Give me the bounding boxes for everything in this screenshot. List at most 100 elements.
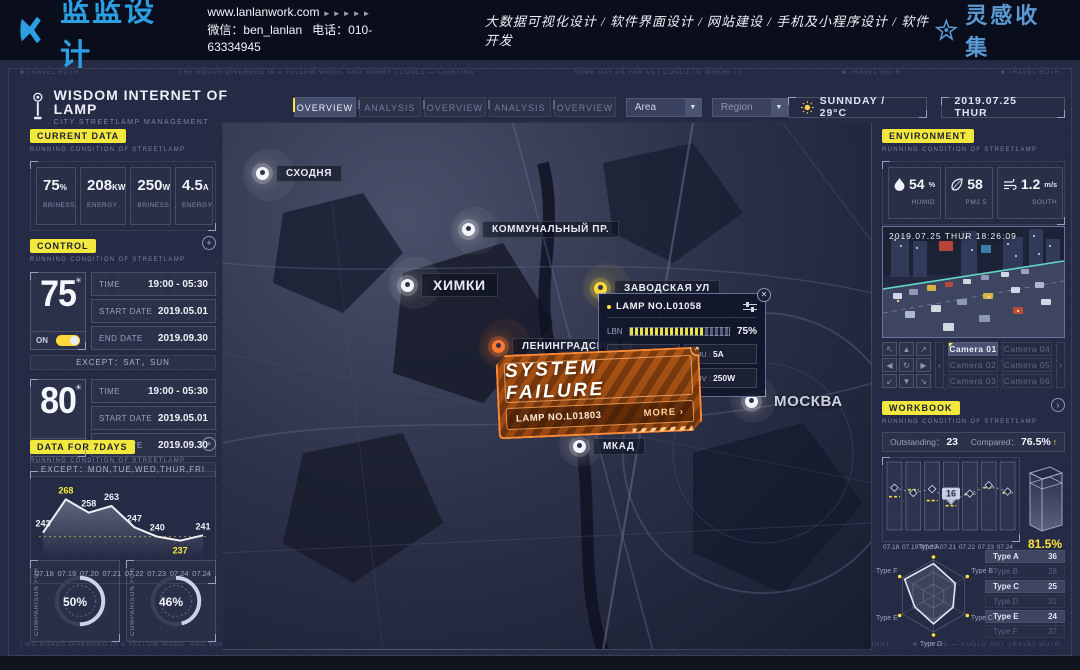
chevron-down-icon: ▼: [685, 99, 701, 116]
camera-button-3[interactable]: Camera 03: [948, 374, 998, 388]
lamp-pin-icon: [462, 223, 475, 236]
lanlan-logo-icon: [18, 12, 52, 48]
camera-controls: ↖ ▲ ↗ ◀ ↻ ▶ ↙ ▼ ↘ ‹ Camera 01 Camera 02 Ca…: [882, 342, 1065, 388]
compared-label: Compared：: [971, 436, 1019, 448]
legend-label: Type E: [993, 612, 1019, 621]
date-box: 2019.07.25 THUR: [941, 97, 1065, 118]
tab-overview-1[interactable]: OVERVIEW: [294, 97, 356, 117]
camera-list-next[interactable]: ›: [1056, 342, 1065, 388]
expand-button[interactable]: ›: [1051, 398, 1065, 412]
pan-down-left-button[interactable]: ↙: [882, 374, 897, 388]
current-data-badge: CURRENT DATA: [30, 129, 126, 143]
legend-row-type-b[interactable]: Type B28: [985, 565, 1065, 578]
camera-list-prev[interactable]: ‹: [935, 342, 944, 388]
deco-text: SOME DAY AS FAR AS I COULD TO WHERE IT: [574, 70, 742, 76]
legend-label: Type D: [993, 597, 1018, 606]
brand-logo[interactable]: 蓝蓝设计: [18, 0, 181, 74]
camera-view[interactable]: 2019.07.25 THUR 18:26:09: [882, 226, 1065, 338]
camera-button-2[interactable]: Camera 02: [948, 358, 998, 372]
region-select[interactable]: Region ▼: [712, 98, 788, 117]
workbook-subtitle: RUNNING CONDITION OF STREETLAMP: [882, 419, 1065, 425]
legend-row-type-a[interactable]: Type A 36: [985, 550, 1065, 563]
map-label: МОСКВА: [765, 391, 852, 412]
legend-label: Type A: [993, 552, 1019, 561]
inspiration-collect[interactable]: 灵感收集: [934, 0, 1060, 62]
dim-level-value: 75: [31, 273, 85, 315]
close-icon[interactable]: ✕: [757, 288, 771, 302]
deco-text: THE ROADS DIVERGED IN A YELLOW WOOD, AND…: [179, 70, 474, 76]
camera-button-6[interactable]: Camera 06: [1002, 374, 1052, 388]
camera-button-5[interactable]: Camera 05: [1002, 358, 1052, 372]
droplet-icon: [894, 178, 905, 191]
panel-camera: 2019.07.25 THUR 18:26:09: [882, 226, 1065, 388]
lamp-pin-icon: [256, 167, 269, 180]
workbook-stats: Outstanding： 23 Compared： 76.5% ↑: [882, 432, 1065, 452]
tab-analysis-1[interactable]: ANALYSIS: [359, 97, 421, 117]
legend-row-type-f[interactable]: Type F37: [985, 625, 1065, 638]
map-label: МКАД: [593, 438, 645, 455]
lamp-pin-icon: [573, 440, 586, 453]
pan-down-button[interactable]: ▼: [899, 374, 914, 388]
brightness-bar-row: LBN 75%: [607, 326, 757, 337]
legend-row-type-c[interactable]: Type C25: [985, 580, 1065, 593]
map-pin-khimki[interactable]: ХИМКИ: [401, 273, 498, 297]
date-text: 2019.07.25 THUR: [954, 95, 1052, 119]
legend-row-type-e[interactable]: Type E24: [985, 610, 1065, 623]
environment-subtitle: RUNNING CONDITION OF STREETLAMP: [882, 147, 1065, 153]
map-pin-mkad[interactable]: МКАД: [573, 438, 645, 455]
tab-overview-3[interactable]: OVERVIEW: [554, 97, 616, 117]
camera-button-4[interactable]: Camera 04: [1002, 342, 1052, 356]
pan-up-left-button[interactable]: ↖: [882, 342, 897, 356]
map-pin-skhodnya[interactable]: СХОДНЯ: [256, 165, 342, 182]
weather-text: SUNNDAY / 29°C: [820, 95, 915, 119]
weather-box: SUNNDAY / 29°C: [788, 97, 928, 118]
add-button[interactable]: +: [202, 437, 216, 451]
svg-text:263: 263: [104, 492, 119, 502]
services-text: 大数据可视化设计 / 软件界面设计 / 网站建设 / 手机及小程序设计 / 软件…: [485, 11, 934, 49]
lamp-id-title: LAMP NO.L01058: [616, 301, 702, 312]
pan-down-right-button[interactable]: ↘: [916, 374, 931, 388]
environment-tiles: 54% HUMID 58 PM2.5: [882, 161, 1065, 225]
schedule-row-time: TIME19:00 - 05:30: [91, 272, 216, 296]
pan-left-button[interactable]: ◀: [882, 358, 897, 372]
radar-axis-label: Type D: [920, 641, 942, 648]
area-select[interactable]: Area ▼: [626, 98, 702, 117]
legend-value: 37: [1048, 627, 1057, 636]
tab-overview-2[interactable]: OVERVIEW: [424, 97, 486, 117]
lamp-pin-icon: [492, 340, 505, 353]
alert-lamp-id: LAMP NO.L01803: [516, 409, 602, 424]
legend-row-type-d[interactable]: Type D31: [985, 595, 1065, 608]
pan-up-button[interactable]: ▲: [899, 342, 914, 356]
city-map[interactable]: СХОДНЯ КОММУНАЛЬНЫЙ ПР. ХИМКИ ЗАВОДСКАЯ …: [222, 122, 872, 650]
pan-up-right-button[interactable]: ↗: [916, 342, 931, 356]
refresh-button[interactable]: ↻: [899, 358, 914, 372]
more-button[interactable]: MORE ›: [643, 406, 684, 419]
tab-analysis-2[interactable]: ANALYSIS: [489, 97, 551, 117]
comparison-gauge-1: COMPARISON FOR 50%: [30, 560, 120, 642]
camera-button-1[interactable]: Camera 01: [948, 342, 998, 356]
brightness-bar[interactable]: [629, 327, 730, 336]
add-button[interactable]: +: [202, 236, 216, 250]
panel-current-data: CURRENT DATA RUNNING CONDITION OF STREET…: [30, 126, 216, 231]
schedule-block-1: ☀ 75 ON TIME19:00 - 05:30 START DATE2019…: [30, 272, 216, 350]
site-url[interactable]: www.lanlanwork.com: [207, 5, 319, 19]
legend-value: 36: [1048, 552, 1057, 561]
brand-logo-text: 蓝蓝设计: [60, 0, 181, 74]
env-tile-pm25: 58 PM2.5: [945, 167, 993, 219]
bar-label: LBN: [607, 327, 623, 336]
system-failure-alert: ✕ SYSTEM FAILURE LAMP NO.L01803 MORE ›: [495, 347, 702, 440]
radar-svg: [882, 546, 985, 646]
sun-icon: [801, 101, 814, 114]
deco-text: ■ TRAVEL BOTH: [1001, 70, 1060, 76]
svg-text:243: 243: [35, 519, 50, 529]
map-pin-kommunalny[interactable]: КОММУНАЛЬНЫЙ ПР.: [462, 221, 619, 238]
lamp-pin-icon: [401, 279, 414, 292]
leaf-icon: [951, 178, 963, 191]
deco-text: ■ TRAVEL BOTH: [842, 70, 901, 76]
sliders-icon[interactable]: [743, 302, 757, 312]
pan-right-button[interactable]: ▶: [916, 358, 931, 372]
control-badge: CONTROL: [30, 239, 96, 253]
chevron-down-icon: ▼: [771, 99, 787, 116]
power-toggle[interactable]: [56, 335, 80, 346]
environment-badge: ENVIRONMENT: [882, 129, 974, 143]
